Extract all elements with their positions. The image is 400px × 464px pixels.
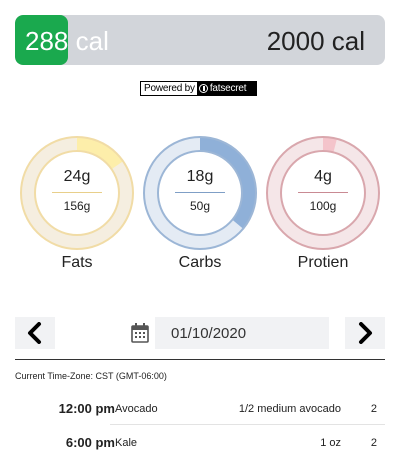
chevron-right-icon [359,322,372,344]
log-food: Avocado [115,403,158,415]
carbs-goal: 50g [189,199,211,213]
fats-goal: 156g [63,199,91,213]
fats-label: Fats [61,254,93,271]
calories-goal: 2000 cal [266,26,365,56]
next-day-button[interactable] [345,317,385,349]
row-separator [110,424,385,425]
log-row[interactable]: 12:00 pm Avocado 1/2 medium avocado 2 [15,393,385,425]
log-food: Kale [115,437,138,449]
carbs-ring-chart [143,136,257,250]
calendar-icon[interactable] [131,323,149,343]
protein-ring-chart [266,136,380,250]
date-divider [15,359,385,360]
log-time: 6:00 pm [65,435,115,450]
calorie-progress-bar: 288 cal 2000 cal [15,15,385,65]
protein-progress-arc [322,137,337,153]
previous-day-button[interactable] [15,317,55,349]
macro-protein: 4g 100g Protien [266,136,380,271]
calories-consumed: 288 cal [25,26,109,56]
carbs-divider [175,192,225,193]
carbs-label: Carbs [178,254,222,271]
log-quantity: 2 [370,403,377,415]
log-quantity: 2 [370,437,377,449]
protein-value: 4g [314,168,332,185]
fatsecret-logo-icon [198,84,208,93]
powered-by-label: Powered by [144,83,195,94]
protein-goal: 100g [309,199,337,213]
date-input[interactable] [155,317,329,349]
log-serving: 1 oz [320,437,341,449]
log-time: 12:00 pm [58,401,115,416]
fats-divider [52,192,102,193]
macro-carbs: 18g 50g Carbs [143,136,257,271]
timezone-label: Current Time-Zone: CST (GMT-06:00) [15,371,167,381]
fatsecret-logo: fatsecret [196,82,256,95]
protein-divider [298,192,348,193]
powered-by-badge[interactable]: Powered by fatsecret [140,81,257,96]
log-row[interactable]: 6:00 pm Kale 1 oz 2 [15,427,385,459]
macro-fats: 24g 156g Fats [20,136,134,271]
fats-value: 24g [63,168,91,185]
log-serving: 1/2 medium avocado [238,403,341,415]
fatsecret-brand-text: fatsecret [209,83,247,94]
chevron-left-icon [28,322,41,344]
fats-ring-chart [20,136,134,250]
carbs-value: 18g [186,168,214,185]
protein-label: Protien [297,254,349,271]
